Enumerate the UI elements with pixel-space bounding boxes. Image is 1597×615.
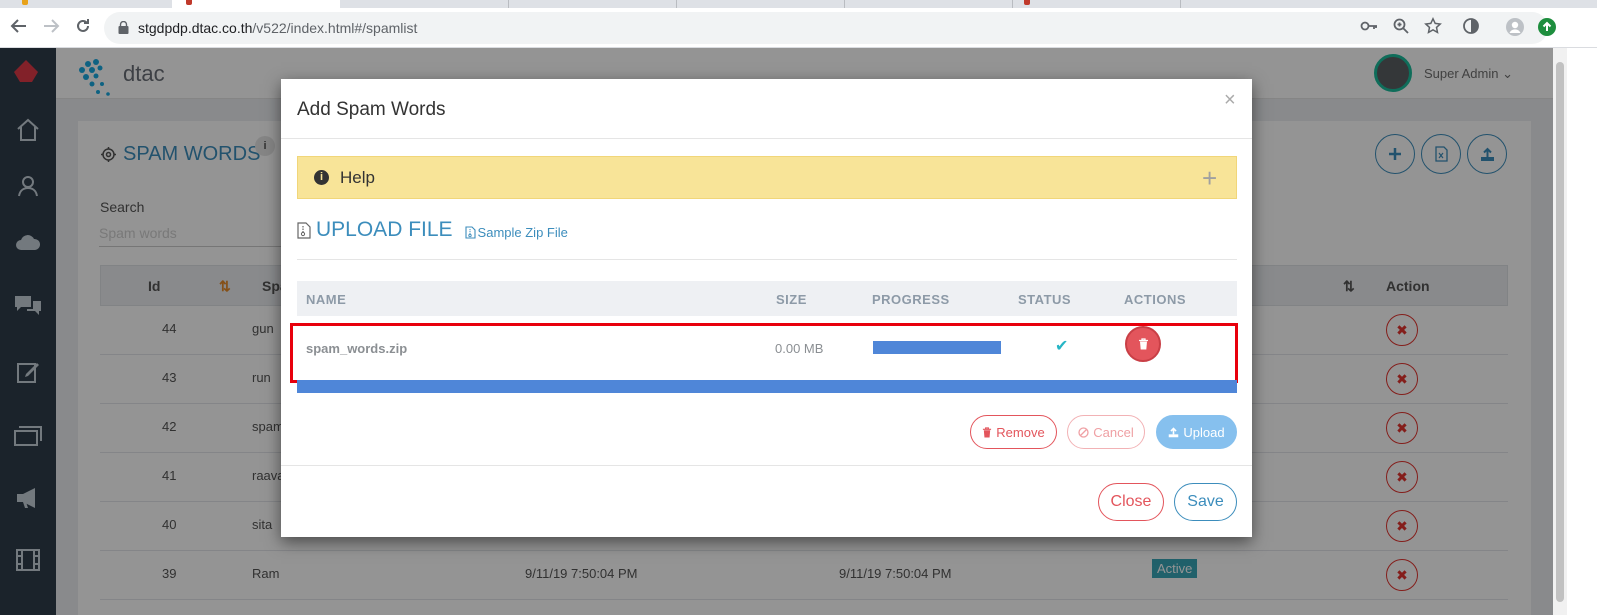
dark-mode-icon[interactable]: [1460, 17, 1482, 39]
url-host: stgdpdp.dtac.co.th: [138, 20, 253, 36]
url-bar[interactable]: stgdpdp.dtac.co.th/v522/index.html#/spam…: [104, 12, 1548, 44]
tab-separator: [676, 0, 677, 8]
tab-separator: [844, 0, 845, 8]
cancel-button[interactable]: Cancel: [1067, 415, 1145, 449]
help-label: Help: [340, 168, 375, 187]
reload-icon[interactable]: [72, 17, 94, 39]
expand-plus-icon[interactable]: +: [1202, 163, 1217, 194]
scrollbar-thumb[interactable]: [1556, 62, 1564, 602]
file-size: 0.00 MB: [775, 341, 824, 356]
upload-file-title: UPLOAD FILE: [316, 218, 453, 241]
tab-separator: [508, 0, 509, 8]
tab-favicon: [1024, 0, 1030, 5]
file-table-header: NAME SIZE PROGRESS STATUS ACTIONS: [297, 281, 1237, 316]
delete-file-button[interactable]: [1125, 326, 1161, 362]
update-icon[interactable]: [1536, 17, 1558, 39]
column-header-actions: ACTIONS: [1124, 292, 1186, 307]
file-row: spam_words.zip 0.00 MB ✔: [290, 323, 1238, 383]
sample-zip-link[interactable]: Sample Zip File: [464, 224, 568, 240]
tab-separator: [1012, 0, 1013, 8]
info-circle-icon: i: [314, 170, 329, 185]
file-progress-bar: [873, 341, 1001, 354]
add-spam-words-modal: Add Spam Words × i Help + UPLOAD FILE Sa…: [281, 79, 1252, 537]
url-text: stgdpdp.dtac.co.th/v522/index.html#/spam…: [138, 20, 417, 36]
forward-arrow-icon[interactable]: [40, 17, 62, 39]
close-button[interactable]: Close: [1098, 483, 1164, 521]
help-panel[interactable]: i Help +: [297, 156, 1237, 199]
upload-button-label: Upload: [1183, 424, 1225, 440]
browser-toolbar: stgdpdp.dtac.co.th/v522/index.html#/spam…: [0, 8, 1597, 48]
key-icon[interactable]: [1358, 17, 1380, 39]
sample-zip-link-text: Sample Zip File: [477, 224, 568, 240]
upload-icon: [1169, 426, 1179, 437]
page-scrollbar[interactable]: [1553, 48, 1567, 615]
tab-separator: [1180, 0, 1181, 8]
remove-button-label: Remove: [996, 424, 1045, 440]
file-name: spam_words.zip: [306, 341, 408, 356]
zoom-icon[interactable]: [1390, 17, 1412, 39]
column-header-size: SIZE: [776, 292, 807, 307]
ban-icon: [1078, 426, 1089, 438]
profile-icon[interactable]: [1504, 17, 1526, 39]
modal-footer-divider: [281, 465, 1252, 466]
remove-button[interactable]: Remove: [970, 415, 1057, 449]
modal-divider: [281, 138, 1252, 139]
total-progress-bar: [297, 380, 1237, 393]
section-divider: [297, 259, 1237, 260]
save-button[interactable]: Save: [1174, 483, 1237, 521]
trash-icon: [1138, 338, 1148, 350]
lock-icon: [118, 21, 129, 34]
back-arrow-icon[interactable]: [8, 17, 30, 39]
upload-button[interactable]: Upload: [1156, 415, 1237, 449]
url-path: /v522/index.html#/spamlist: [252, 20, 418, 36]
close-icon[interactable]: ×: [1224, 89, 1236, 112]
success-check-icon: ✔: [1055, 338, 1069, 355]
upload-file-heading: UPLOAD FILE Sample Zip File: [297, 218, 568, 242]
tab-favicon: [22, 0, 28, 5]
column-header-status: STATUS: [1018, 292, 1072, 307]
modal-title: Add Spam Words: [297, 99, 446, 120]
tab-favicon: [186, 0, 192, 5]
cancel-button-label: Cancel: [1093, 424, 1134, 440]
star-icon[interactable]: [1422, 17, 1444, 39]
column-header-name: NAME: [306, 292, 347, 307]
trash-icon: [983, 426, 992, 437]
active-tab[interactable]: [172, 0, 340, 8]
zip-file-icon: [297, 221, 311, 239]
file-progress-fill: [873, 341, 1001, 354]
browser-tabstrip: [0, 0, 1597, 8]
column-header-progress: PROGRESS: [872, 292, 950, 307]
zip-file-icon: [464, 225, 476, 239]
